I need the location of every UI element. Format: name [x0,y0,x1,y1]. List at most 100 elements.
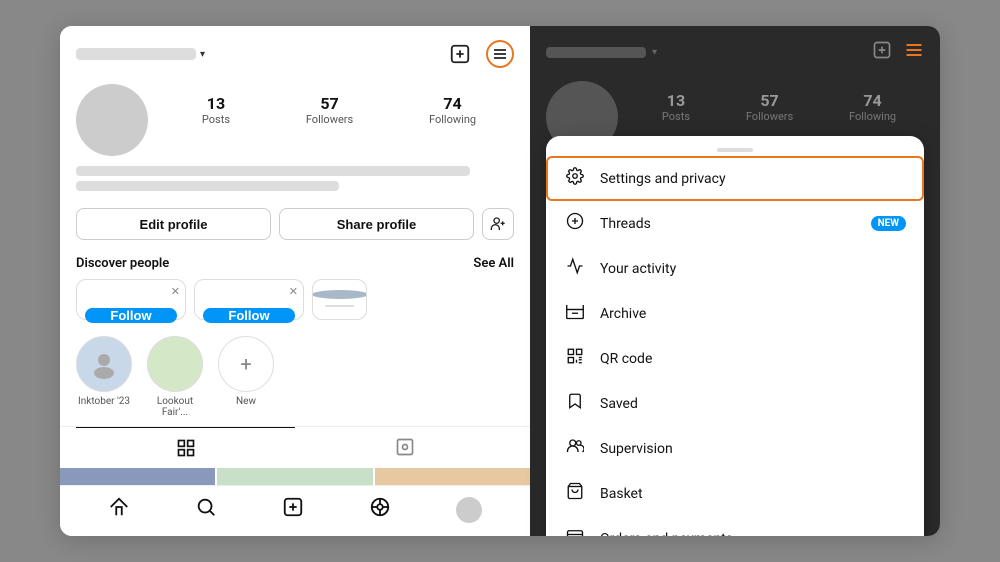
edit-profile-button[interactable]: Edit profile [76,208,271,240]
orders-icon [564,527,586,536]
discover-scroll: ✕ Follow ✕ Follow [60,279,530,330]
story-circle-2 [147,336,203,392]
threads-icon [564,212,586,235]
create-icon[interactable] [282,496,304,524]
discover-avatar-3 [312,290,367,299]
profile-header: ▾ [60,26,530,76]
username-row: ▾ [76,48,205,60]
orders-label: Orders and payments [600,531,906,537]
header-icons [446,40,514,68]
discover-title: Discover people [76,256,169,271]
discover-card: ✕ Follow [76,279,186,320]
close-icon[interactable]: ✕ [171,285,180,298]
discover-header: Discover people See All [60,250,530,279]
profile-nav-avatar[interactable] [456,497,482,523]
basket-icon [564,482,586,505]
reels-icon[interactable] [369,496,391,524]
tab-grid[interactable] [76,427,295,468]
add-post-icon[interactable] [446,40,474,68]
home-icon[interactable] [108,496,130,524]
photo-grid [60,468,530,485]
archive-label: Archive [600,306,906,322]
bottom-nav [60,485,530,536]
right-followers-count: 57 [760,91,778,110]
menu-item-qr[interactable]: QR code [546,336,924,381]
stats-numbers: 13 Posts 57 Followers 74 Following [164,84,514,126]
posts-label: Posts [202,113,230,126]
qr-icon [564,347,586,370]
posts-stat[interactable]: 13 Posts [202,94,230,126]
menu-item-archive[interactable]: Archive [546,291,924,336]
threads-label: Threads [600,216,857,232]
following-label: Following [429,113,476,126]
story-item-1[interactable]: Inktober '23 [76,336,132,418]
story-item-new[interactable]: + New [218,336,274,418]
following-stat[interactable]: 74 Following [429,94,476,126]
right-username-bar [546,47,646,58]
menu-item-settings[interactable]: Settings and privacy [546,156,924,201]
stats-row: 13 Posts 57 Followers 74 Following [60,76,530,164]
menu-item-activity[interactable]: Your activity [546,246,924,291]
bio-line-2 [76,181,339,191]
menu-item-supervision[interactable]: Supervision [546,426,924,471]
right-menu-icon [904,40,924,65]
story-circle-1 [76,336,132,392]
bookmark-icon [564,392,586,415]
tab-tagged[interactable] [295,427,514,468]
menu-item-saved[interactable]: Saved [546,381,924,426]
saved-label: Saved [600,396,906,412]
right-following-label: Following [849,110,896,123]
action-buttons: Edit profile Share profile [60,204,530,250]
posts-count: 13 [207,94,225,113]
right-following-count: 74 [863,91,881,110]
bio-line-1 [76,166,470,176]
stories-row: Inktober '23 Lookout Fair'... + New [60,330,530,426]
follow-button-1[interactable]: Follow [85,308,177,323]
chevron-down-icon[interactable]: ▾ [200,49,205,60]
see-all-link[interactable]: See All [473,256,514,271]
menu-item-threads[interactable]: Threads NEW [546,201,924,246]
search-icon[interactable] [195,496,217,524]
story-label-2: Lookout Fair'... [146,396,204,418]
follow-button-2[interactable]: Follow [203,308,295,323]
share-profile-button[interactable]: Share profile [279,208,474,240]
new-badge: NEW [871,216,906,231]
menu-icon[interactable] [486,40,514,68]
following-count: 74 [443,94,461,113]
gear-icon [564,167,586,190]
main-container: ▾ [60,26,940,536]
activity-icon [564,257,586,280]
right-posts-label: Posts [662,110,690,123]
dropdown-menu: Settings and privacy Threads NEW [546,136,924,536]
menu-item-orders[interactable]: Orders and payments [546,516,924,536]
close-icon-2[interactable]: ✕ [289,285,298,298]
left-panel: ▾ [60,26,530,536]
right-chevron-icon: ▾ [652,47,657,58]
photo-3[interactable] [375,468,530,485]
right-icons [872,40,924,65]
qr-label: QR code [600,351,906,367]
photo-1[interactable] [60,468,215,485]
followers-count: 57 [320,94,338,113]
followers-stat[interactable]: 57 Followers [306,94,353,126]
add-person-button[interactable] [482,208,514,240]
discover-card-2: ✕ Follow [194,279,304,320]
story-circle-new: + [218,336,274,392]
menu-item-basket[interactable]: Basket [546,471,924,516]
story-label-1: Inktober '23 [78,396,130,407]
discover-name-3 [325,305,355,306]
right-followers-stat: 57 Followers [746,91,793,123]
activity-label: Your activity [600,261,906,277]
right-header: ▾ [530,26,940,73]
story-item-2[interactable]: Lookout Fair'... [146,336,204,418]
basket-label: Basket [600,486,906,502]
right-panel: ▾ [530,26,940,536]
right-followers-label: Followers [746,110,793,123]
bio-area [60,164,530,204]
right-following-stat: 74 Following [849,91,896,123]
menu-handle [717,148,753,152]
plus-icon: + [240,352,251,376]
discover-card-3 [312,279,367,320]
photo-2[interactable] [217,468,372,485]
avatar [76,84,148,156]
